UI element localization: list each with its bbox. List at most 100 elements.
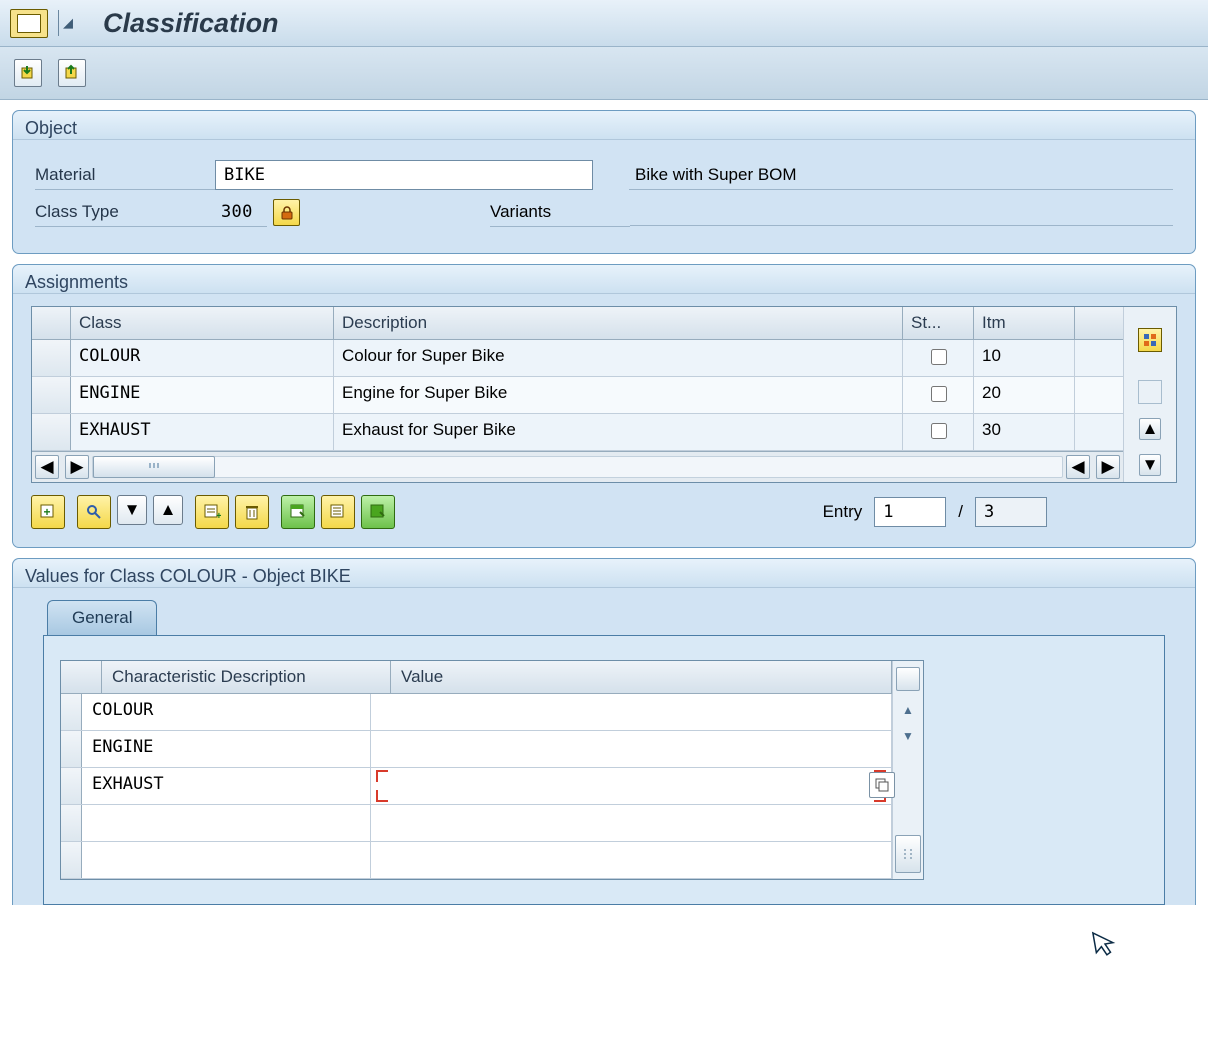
column-description[interactable]: Description xyxy=(334,307,903,339)
sort-asc-icon: ▲ xyxy=(160,500,177,520)
dropdown-indicator-icon[interactable]: ◢ xyxy=(63,15,73,31)
table-row[interactable]: ENGINE Engine for Super Bike 20 xyxy=(32,377,1123,414)
object-panel: Object Material Bike with Super BOM Clas… xyxy=(12,110,1196,254)
separator xyxy=(58,10,59,36)
column-status[interactable]: St... xyxy=(903,307,974,339)
scroll-down-icon[interactable]: ▼ xyxy=(902,729,914,743)
assignments-table: Class Description St... Itm COLOUR Colou… xyxy=(31,306,1177,483)
column-value[interactable]: Value xyxy=(391,661,892,693)
cell-value[interactable] xyxy=(371,694,892,730)
column-selector[interactable] xyxy=(32,307,71,339)
material-input[interactable] xyxy=(215,160,593,190)
characteristics-table: Characteristic Description Value COLOUR … xyxy=(60,660,924,880)
table-row[interactable] xyxy=(61,805,892,842)
find-button[interactable] xyxy=(77,495,111,529)
scroll-box xyxy=(896,667,920,691)
table-row[interactable]: ENGINE xyxy=(61,731,892,768)
column-selector[interactable] xyxy=(61,661,102,693)
scroll-left-icon[interactable]: ◀ xyxy=(35,455,59,479)
select-all-button[interactable] xyxy=(281,495,315,529)
search-help-button[interactable] xyxy=(869,772,895,798)
assignments-panel: Assignments Class Description St... Itm … xyxy=(12,264,1196,548)
new-entries-icon: + xyxy=(203,503,221,521)
cursor-icon xyxy=(1090,927,1121,961)
assignments-toolbar: + ▼ ▲ + Entry / xyxy=(31,495,1177,529)
title-bar: ◢ Classification xyxy=(0,0,1208,47)
deselect-all-icon xyxy=(369,503,387,521)
column-class[interactable]: Class xyxy=(71,307,334,339)
scroll-left-end-icon[interactable]: ◀ xyxy=(1066,455,1090,479)
delete-icon xyxy=(243,503,261,521)
values-panel: Values for Class COLOUR - Object BIKE Ge… xyxy=(12,558,1196,905)
select-block-icon xyxy=(329,503,347,521)
cell-item[interactable]: 10 xyxy=(974,340,1075,376)
deselect-all-button[interactable] xyxy=(361,495,395,529)
svg-text:+: + xyxy=(216,511,221,521)
class-type-lock-button[interactable] xyxy=(273,199,300,226)
cell-status-checkbox[interactable] xyxy=(931,349,947,365)
scroll-right-end-icon[interactable]: ▶ xyxy=(1096,455,1120,479)
class-type-value: 300 xyxy=(215,198,267,227)
column-characteristic[interactable]: Characteristic Description xyxy=(102,661,391,693)
table-row[interactable]: COLOUR xyxy=(61,694,892,731)
export-button[interactable] xyxy=(58,59,86,87)
vertical-scrollbar[interactable]: ▲ ▼ xyxy=(1123,307,1176,482)
entry-current-input[interactable] xyxy=(874,497,946,527)
scroll-right-icon[interactable]: ▶ xyxy=(65,455,89,479)
tab-general[interactable]: General xyxy=(47,600,157,635)
select-all-icon xyxy=(289,503,307,521)
cell-value[interactable] xyxy=(371,805,892,841)
cell-description: Colour for Super Bike xyxy=(334,340,903,376)
table-row[interactable] xyxy=(61,842,892,879)
cell-characteristic xyxy=(82,805,371,841)
add-row-icon: + xyxy=(39,503,57,521)
select-block-button[interactable] xyxy=(321,495,355,529)
cell-value-active[interactable] xyxy=(371,768,892,804)
cell-description: Engine for Super Bike xyxy=(334,377,903,413)
scroll-up-icon[interactable]: ▲ xyxy=(902,703,914,717)
column-item[interactable]: Itm xyxy=(974,307,1075,339)
assignments-panel-title: Assignments xyxy=(13,265,1195,294)
export-icon xyxy=(63,64,81,82)
horizontal-scrollbar[interactable]: ◀ ▶ ◀ ▶ xyxy=(32,451,1123,482)
cell-item[interactable]: 20 xyxy=(974,377,1075,413)
table-row[interactable]: EXHAUST xyxy=(61,768,892,805)
cell-value[interactable] xyxy=(371,731,892,767)
delete-button[interactable] xyxy=(235,495,269,529)
scroll-grip[interactable] xyxy=(895,835,921,873)
entry-label: Entry xyxy=(823,502,863,522)
cell-item[interactable]: 30 xyxy=(974,414,1075,450)
table-row[interactable]: EXHAUST Exhaust for Super Bike 30 xyxy=(32,414,1123,451)
class-type-desc-label: Variants xyxy=(490,198,630,227)
cell-class[interactable]: COLOUR xyxy=(71,340,334,376)
class-type-desc-value xyxy=(630,199,1173,226)
new-entries-button[interactable]: + xyxy=(195,495,229,529)
add-row-button[interactable]: + xyxy=(31,495,65,529)
sort-asc-button[interactable]: ▲ xyxy=(153,495,183,525)
cell-status-checkbox[interactable] xyxy=(931,423,947,439)
app-icon xyxy=(10,9,48,38)
material-label: Material xyxy=(35,161,215,190)
material-description: Bike with Super BOM xyxy=(629,161,1173,190)
entry-total-input xyxy=(975,497,1047,527)
cell-status-checkbox[interactable] xyxy=(931,386,947,402)
cell-class[interactable]: ENGINE xyxy=(71,377,334,413)
entry-separator: / xyxy=(958,502,963,522)
table-row[interactable]: COLOUR Colour for Super Bike 10 xyxy=(32,340,1123,377)
cell-characteristic: EXHAUST xyxy=(82,768,371,804)
scroll-down-icon[interactable]: ▼ xyxy=(1139,454,1161,476)
scroll-up-icon[interactable]: ▲ xyxy=(1139,418,1161,440)
table-settings-button[interactable] xyxy=(1138,328,1162,352)
cell-value[interactable] xyxy=(371,842,892,878)
lock-icon xyxy=(279,205,295,221)
svg-text:+: + xyxy=(43,505,50,519)
sort-desc-button[interactable]: ▼ xyxy=(117,495,147,525)
scroll-thumb[interactable] xyxy=(93,456,215,478)
cell-characteristic xyxy=(82,842,371,878)
vertical-scrollbar[interactable]: ▲ ▼ xyxy=(892,661,923,879)
search-help-icon xyxy=(875,778,889,792)
object-panel-title: Object xyxy=(13,111,1195,140)
cell-description: Exhaust for Super Bike xyxy=(334,414,903,450)
cell-class[interactable]: EXHAUST xyxy=(71,414,334,450)
import-button[interactable] xyxy=(14,59,42,87)
